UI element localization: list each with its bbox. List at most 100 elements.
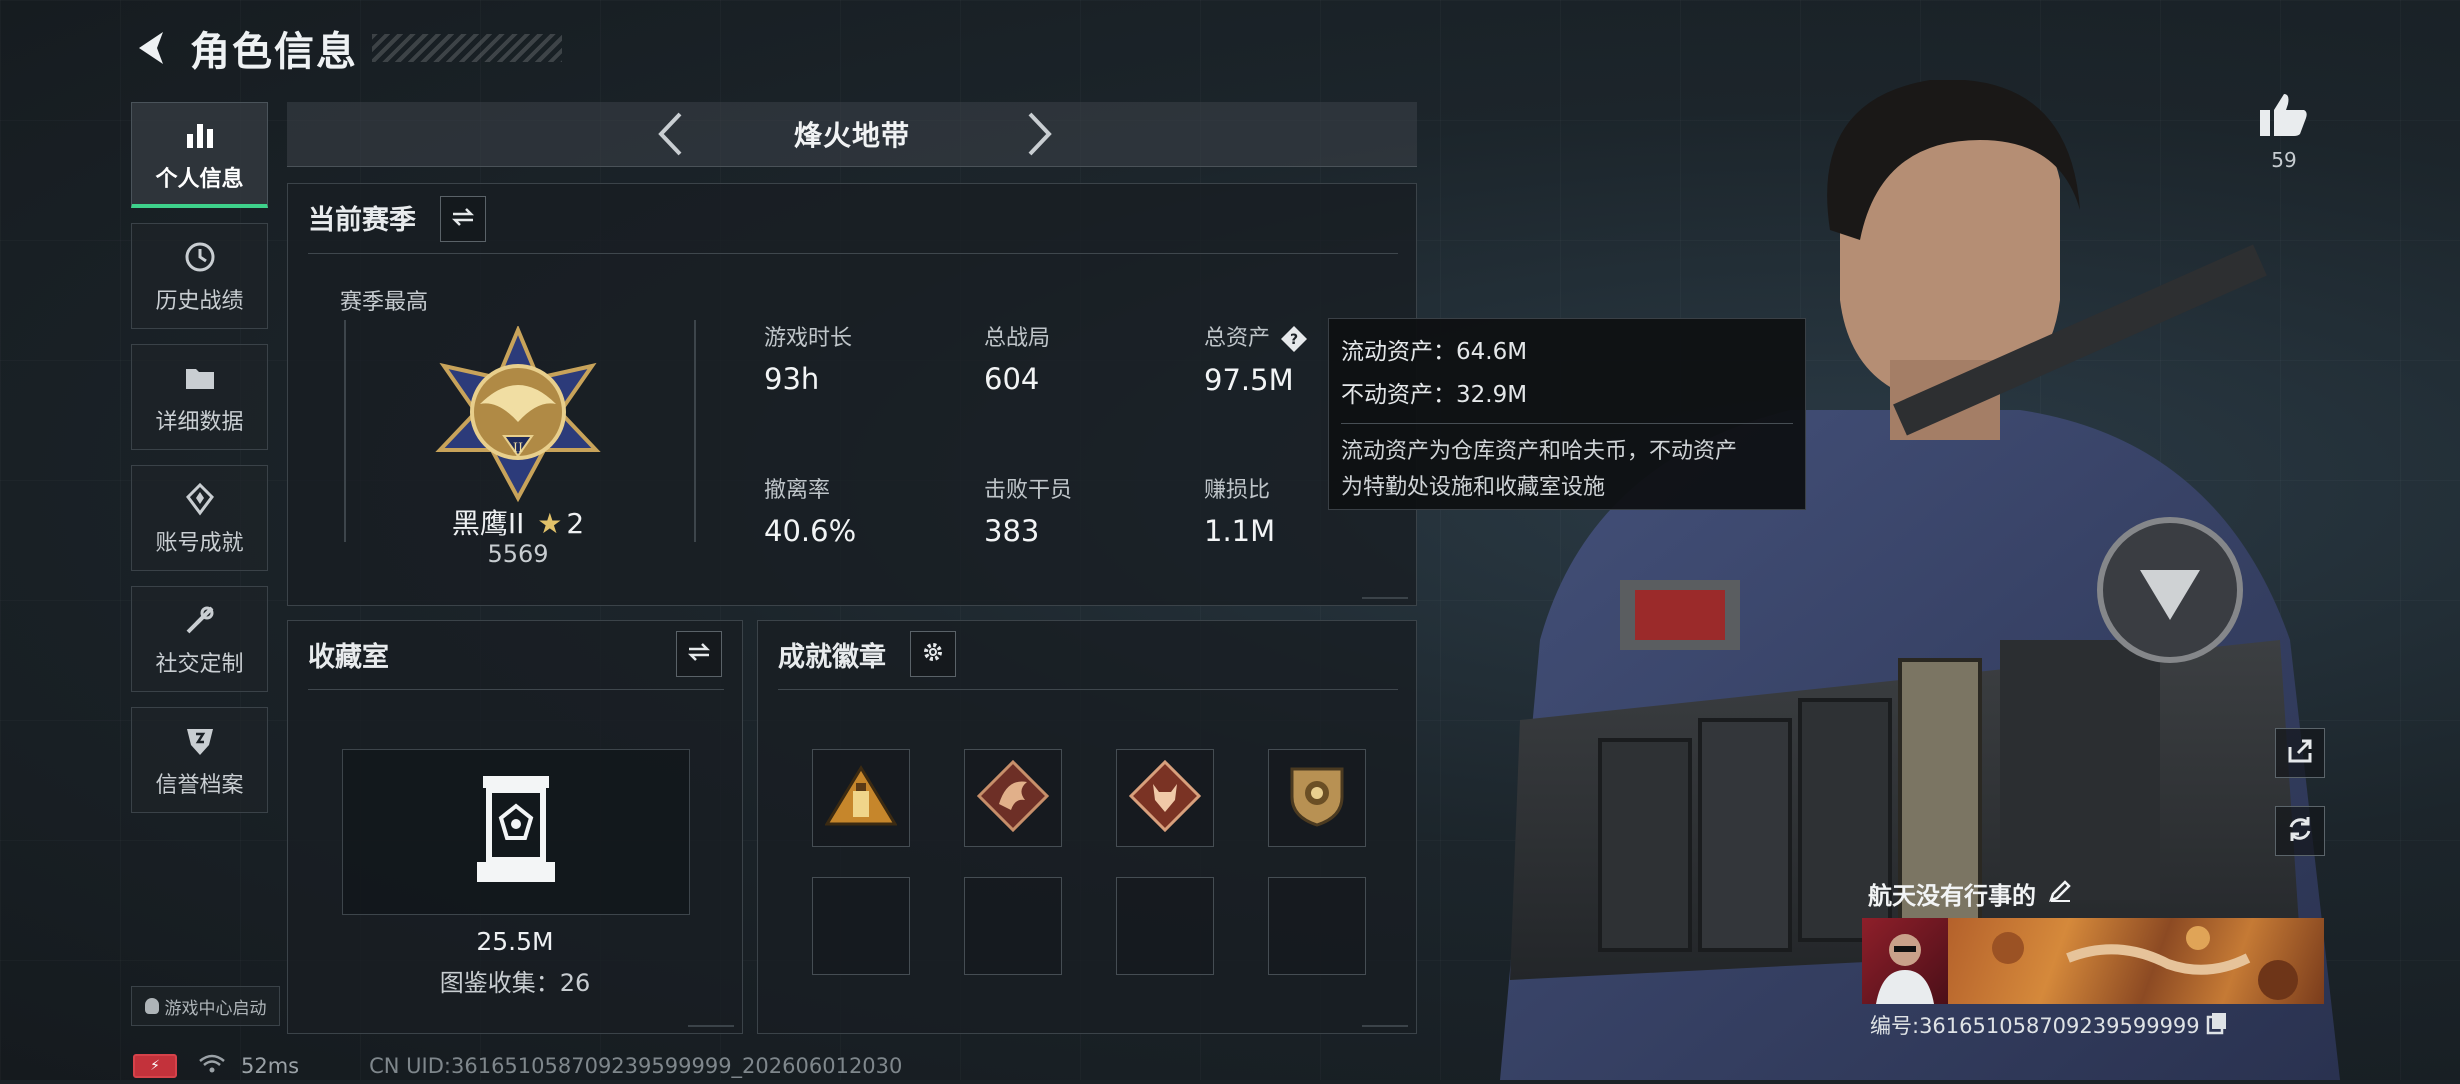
badge-slot[interactable] [1268,749,1366,847]
display-case-icon [471,774,561,890]
penguin-icon [144,998,159,1014]
mode-next-icon[interactable] [1017,110,1063,158]
swap-icon [451,207,475,231]
page-title: 角色信息 [190,29,358,75]
status-bar: ⚡ 52ms CN UID:361651058709239599999_2026… [133,1052,902,1080]
history-icon [180,237,220,277]
rank-score: 5569 [487,540,549,568]
stat-label: 总战局 [984,326,1051,351]
corner-decoration [1362,585,1408,599]
sidebar-item-history[interactable]: 历史战绩 [131,223,268,329]
stat-total-matches: 总战局 604 [984,320,1050,396]
sidebar: 个人信息 历史战绩 详细数据 账号成就 社交定制 信誉档案 [131,102,270,828]
tooltip-desc-line2: 为特勤处设施和收藏室设施 [1341,475,1606,500]
tools-icon [180,600,220,640]
help-icon[interactable]: ? [1280,325,1308,353]
panel-divider [308,689,724,690]
sidebar-item-personal-info[interactable]: 个人信息 [131,102,268,208]
tooltip-liquid-assets: 流动资产：64.6M [1341,339,1528,365]
badge-slot[interactable] [812,749,910,847]
stat-value: 40.6% [764,514,857,548]
back-arrow-icon[interactable] [130,25,176,71]
player-nickname: 航天没有行事的 [1868,876,2072,911]
collection-count: 图鉴收集：26 [439,969,591,997]
badge-slot-empty[interactable] [964,877,1062,975]
mode-title: 烽火地带 [793,119,910,152]
stat-value: 97.5M [1204,363,1294,397]
sidebar-item-detailed-data[interactable]: 详细数据 [131,344,268,450]
rank-name: 黑鹰II ★ 2 [383,502,653,542]
stat-value: 1.1M [1204,514,1276,548]
svg-text:II: II [513,441,523,456]
gear-icon [921,640,945,668]
stat-value: 604 [984,362,1040,396]
sidebar-item-label: 个人信息 [155,166,244,192]
avatar[interactable] [1862,918,1948,1004]
edit-pencil-icon[interactable] [2048,879,2072,909]
sidebar-item-label: 信誉档案 [155,773,244,798]
stat-label: 赚损比 [1204,478,1271,503]
refresh-button[interactable] [2275,806,2325,856]
season-title: 当前赛季 [308,205,416,236]
tooltip-fixed-assets: 不动资产：32.9M [1341,382,1528,408]
sidebar-item-social[interactable]: 社交定制 [131,586,268,692]
share-button[interactable] [2275,728,2325,778]
sidebar-item-credit[interactable]: 信誉档案 [131,707,268,813]
page-header: 角色信息 [130,18,562,78]
stat-total-assets: 总资产? 97.5M [1204,320,1308,397]
collection-frame [342,749,690,915]
battery-charging-icon: ⚡ [133,1054,177,1078]
thumbs-up-icon [2258,94,2310,142]
stat-kills: 击败干员 383 [984,472,1072,548]
rank-stars: 2 [566,507,585,540]
sidebar-item-label: 历史战绩 [155,289,244,314]
pyramid-badge-icon [824,765,898,831]
mode-prev-icon[interactable] [647,110,693,158]
collection-value: 25.5M [476,927,554,956]
refresh-icon [2286,815,2314,847]
badge-slot-empty[interactable] [812,877,910,975]
badges-panel: 成就徽章 [757,620,1417,1034]
credit-shield-icon [180,721,220,761]
collection-panel[interactable]: 收藏室 25.5M 图鉴收集：26 [287,620,743,1034]
badge-slot-empty[interactable] [1268,877,1366,975]
stat-value: 383 [984,514,1040,548]
tooltip-divider [1341,423,1793,424]
collection-title: 收藏室 [308,642,389,673]
bar-chart-icon [180,115,220,155]
swap-icon [687,642,711,666]
share-icon [2286,737,2314,769]
ping-value: 52ms [241,1054,300,1078]
card-banner [1948,918,2324,1004]
badge-slot[interactable] [964,749,1062,847]
collection-switch-button[interactable] [676,631,722,677]
season-switch-button[interactable] [440,196,486,242]
badge-slot[interactable] [1116,749,1214,847]
badges-title: 成就徽章 [778,642,886,673]
tooltip-desc-line1: 流动资产为仓库资产和哈夫币，不动资产 [1341,439,1738,464]
copy-icon[interactable] [2206,1011,2228,1040]
sidebar-item-achievements[interactable]: 账号成就 [131,465,268,571]
corner-decoration [688,1013,734,1027]
panel-divider [308,253,1398,254]
badge-slot-empty[interactable] [1116,877,1214,975]
game-center-launch-button[interactable]: 游戏中心启动 [131,986,280,1026]
panel-divider [778,689,1398,690]
dragon-badge-icon [976,759,1050,836]
player-uid: 编号:361651058709239599999 [1870,1010,2228,1040]
stat-label: 击败干员 [984,478,1073,503]
rank-title-text: 黑鹰II [451,507,525,540]
stat-label-row: 总资产? [1204,320,1308,353]
wifi-icon [199,1054,225,1079]
stat-play-time: 游戏时长 93h [764,320,852,396]
badges-settings-button[interactable] [910,631,956,677]
stat-label: 游戏时长 [764,326,853,351]
sidebar-item-label: 社交定制 [155,652,244,677]
like-button[interactable]: 59 [2254,92,2314,172]
like-count: 59 [2271,148,2297,172]
title-decoration [372,34,562,62]
footer-uid: CN UID:361651058709239599999_20260601203… [369,1054,903,1078]
stat-label: 撤离率 [764,478,831,503]
player-card[interactable] [1862,918,2324,1004]
folder-icon [180,358,220,398]
